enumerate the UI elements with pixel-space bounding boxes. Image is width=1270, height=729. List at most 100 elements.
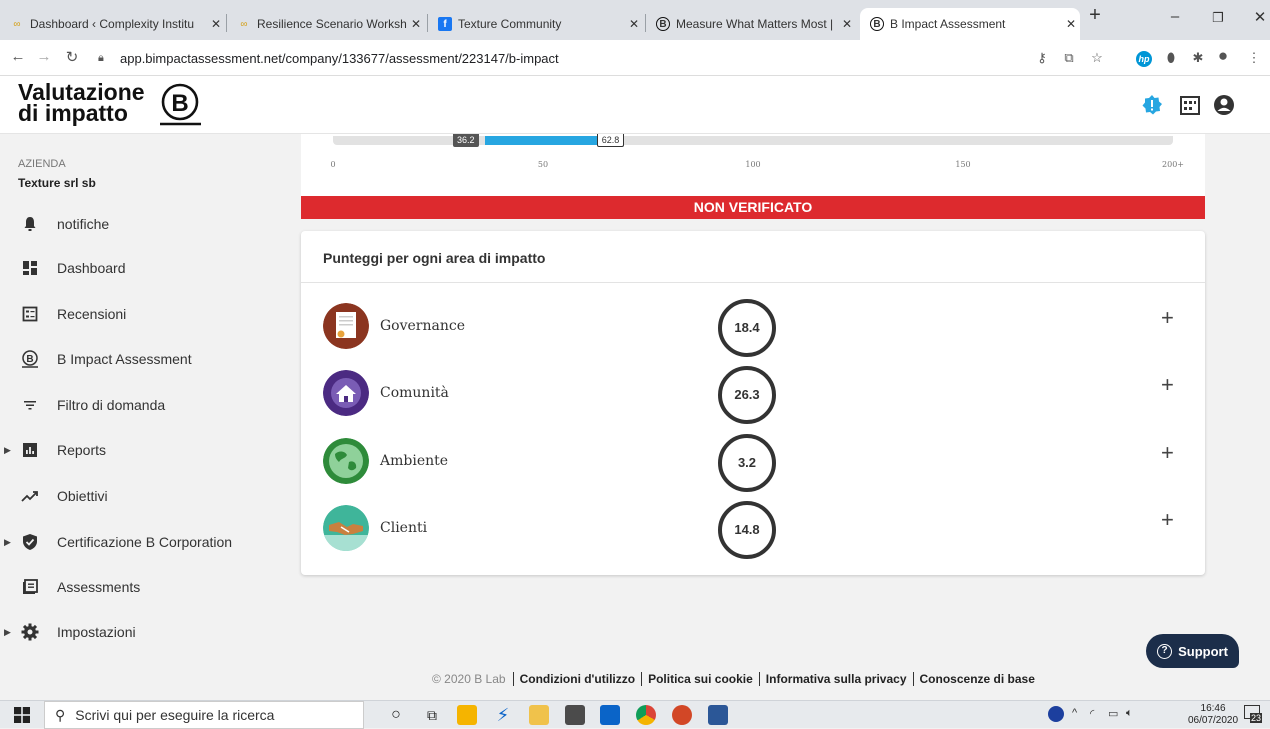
browser-tab[interactable]: ∞ Resilience Scenario Workshop ✕ <box>227 8 425 40</box>
puzzle-icon[interactable]: ✱ <box>1189 50 1207 66</box>
sidebar-item-assessments[interactable]: Assessments <box>0 567 300 607</box>
sidebar-item-recensioni[interactable]: Recensioni <box>0 294 300 334</box>
chrome-icon[interactable] <box>636 705 656 725</box>
store-icon[interactable] <box>457 705 477 725</box>
close-tab-icon[interactable]: ✕ <box>1062 17 1080 31</box>
expand-plus-icon[interactable]: + <box>1161 440 1174 466</box>
score-marker-median: 62.8 <box>596 134 625 147</box>
overall-score-bar: 36.2 62.8 0 50 100 150 200+ <box>301 134 1205 196</box>
axis-tick: 50 <box>537 160 549 169</box>
sidebar-item-obiettivi[interactable]: Obiettivi <box>0 476 300 516</box>
address-bar: ← → ↻ 🔒︎ app.bimpactassessment.net/compa… <box>0 40 1270 76</box>
restore-icon[interactable]: ❐ <box>1203 10 1233 26</box>
key-icon[interactable]: ⚷ <box>1033 50 1051 66</box>
footer-link-cookies[interactable]: Politica sui cookie <box>641 672 759 686</box>
gear-icon <box>20 622 40 642</box>
expand-caret-icon[interactable]: ▶ <box>4 627 11 638</box>
browser-tab[interactable]: f Texture Community ✕ <box>428 8 643 40</box>
footer-link-privacy[interactable]: Informativa sulla privacy <box>758 672 913 686</box>
company-building-icon[interactable] <box>1178 93 1202 117</box>
close-window-icon[interactable]: ✕ <box>1245 8 1270 26</box>
facebook-favicon-icon: f <box>438 17 452 31</box>
shield-extension-icon[interactable]: ⬮ <box>1162 50 1180 66</box>
expand-plus-icon[interactable]: + <box>1161 305 1174 331</box>
footer: © 2020 B Lab Condizioni d'utilizzo Polit… <box>432 670 1041 688</box>
close-tab-icon[interactable]: ✕ <box>207 17 225 31</box>
logo[interactable]: Valutazione di impatto <box>18 81 145 125</box>
browser-tab[interactable]: ∞ Dashboard ‹ Complexity Institu ✕ <box>0 8 225 40</box>
sidebar-item-notifiche[interactable]: notifiche <box>0 204 300 244</box>
help-tray-icon[interactable] <box>1048 706 1064 722</box>
score-bar-fill <box>485 136 597 145</box>
expand-plus-icon[interactable]: + <box>1161 372 1174 398</box>
expand-caret-icon[interactable]: ▶ <box>4 445 11 456</box>
b-corp-favicon-icon: B <box>656 17 670 31</box>
b-circle-icon: B <box>20 349 40 369</box>
cortana-icon[interactable]: ○ <box>386 705 406 725</box>
notification-center-icon[interactable]: 23 <box>1244 705 1264 725</box>
sidebar-item-dashboard[interactable]: Dashboard <box>0 248 300 288</box>
taskbar-search-input[interactable]: ⚲ Scrivi qui per eseguire la ricerca <box>44 701 364 729</box>
help-circle-icon: ? <box>1157 643 1173 659</box>
support-button[interactable]: ? Support <box>1146 634 1239 668</box>
star-icon[interactable]: ☆ <box>1088 50 1106 66</box>
sidebar-item-impostazioni[interactable]: ▶ Impostazioni <box>0 612 300 652</box>
calculator-icon[interactable] <box>565 705 585 725</box>
task-view-icon[interactable]: ⧉ <box>422 705 442 725</box>
chevron-up-icon[interactable]: ^ <box>1072 707 1077 719</box>
sidebar-item-b-impact-assessment[interactable]: B B Impact Assessment <box>0 339 300 379</box>
reviews-icon <box>20 304 40 324</box>
footer-link-knowledge-base[interactable]: Conoscenze di base <box>912 672 1041 686</box>
close-tab-icon[interactable]: ✕ <box>838 17 856 31</box>
sidebar-item-reports[interactable]: ▶ Reports <box>0 430 300 470</box>
b-logo-icon: B <box>160 83 201 126</box>
windows-start-button[interactable] <box>0 701 44 729</box>
translate-icon[interactable]: ⧉ <box>1060 50 1078 66</box>
community-icon <box>323 370 369 416</box>
wifi-icon[interactable]: ◜ <box>1090 707 1094 720</box>
back-arrow-icon[interactable]: ← <box>8 48 28 65</box>
impact-area-row-governance[interactable]: Governance 18.4 + <box>301 297 1205 357</box>
alert-badge-icon[interactable] <box>1140 93 1164 117</box>
expand-caret-icon[interactable]: ▶ <box>4 537 11 548</box>
sidebar-item-certificazione[interactable]: ▶ Certificazione B Corporation <box>0 522 300 562</box>
user-account-icon[interactable] <box>1212 93 1236 117</box>
impact-area-row-ambiente[interactable]: Ambiente 3.2 + <box>301 432 1205 492</box>
axis-tick: 200+ <box>1162 160 1184 169</box>
browser-tab[interactable]: B Measure What Matters Most | ✕ <box>646 8 856 40</box>
word-icon[interactable] <box>708 705 728 725</box>
axis-tick: 150 <box>955 160 971 169</box>
menu-dots-icon[interactable]: ⋮ <box>1245 50 1263 66</box>
profile-icon[interactable]: ● <box>1214 46 1232 65</box>
forward-arrow-icon[interactable]: → <box>34 48 54 65</box>
verification-status-banner: NON VERIFICATO <box>301 196 1205 219</box>
battery-icon[interactable]: ▭ <box>1108 707 1118 720</box>
new-tab-button[interactable]: + <box>1080 4 1110 27</box>
file-explorer-icon[interactable] <box>529 705 549 725</box>
powerpoint-icon[interactable] <box>672 705 692 725</box>
company-caption: AZIENDA <box>18 158 66 170</box>
close-tab-icon[interactable]: ✕ <box>407 17 425 31</box>
app-bolt-icon[interactable]: ⚡︎ <box>493 705 513 725</box>
card-title: Punteggi per ogni area di impatto <box>323 250 546 266</box>
footer-link-terms[interactable]: Condizioni d'utilizzo <box>512 672 642 686</box>
reload-icon[interactable]: ↻ <box>62 48 82 66</box>
url-field[interactable]: 🔒︎ app.bimpactassessment.net/company/133… <box>98 45 1028 71</box>
os-taskbar: ⚲ Scrivi qui per eseguire la ricerca ○ ⧉… <box>0 700 1270 729</box>
hp-extension-icon[interactable]: hp <box>1135 50 1153 67</box>
shield-check-icon <box>20 532 40 552</box>
taskbar-clock[interactable]: 16:46 06/07/2020 <box>1188 703 1238 727</box>
close-tab-icon[interactable]: ✕ <box>625 17 643 31</box>
browser-tab-active[interactable]: B B Impact Assessment ✕ <box>860 8 1080 40</box>
list-icon <box>20 577 40 597</box>
impact-area-row-comunita[interactable]: Comunità 26.3 + <box>301 364 1205 424</box>
volume-icon[interactable]: 🔈︎ <box>1126 707 1133 720</box>
complexity-favicon-icon: ∞ <box>13 18 21 30</box>
score-circle: 26.3 <box>718 366 776 424</box>
minimize-icon[interactable]: – <box>1160 8 1190 25</box>
outlook-icon[interactable] <box>600 705 620 725</box>
sidebar-item-filtro-di-domanda[interactable]: Filtro di domanda <box>0 385 300 425</box>
impact-area-row-clienti[interactable]: Clienti 14.8 + <box>301 499 1205 559</box>
svg-text:B: B <box>26 354 33 365</box>
expand-plus-icon[interactable]: + <box>1161 507 1174 533</box>
